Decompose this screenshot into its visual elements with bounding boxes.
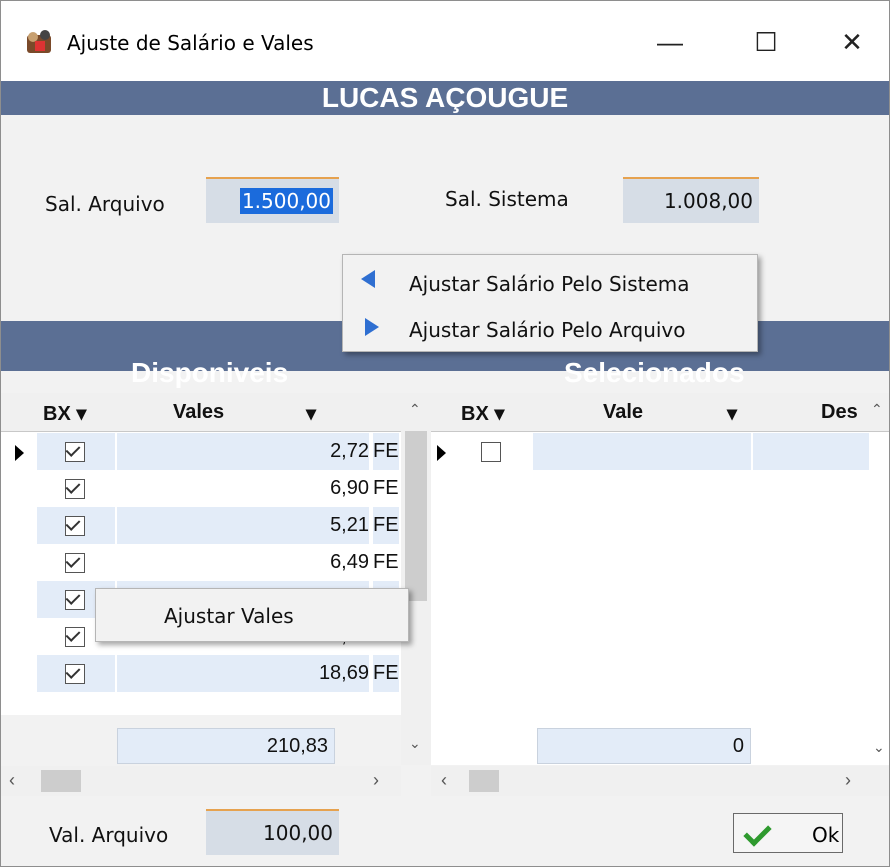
- sal-arquivo-input[interactable]: 1.500,00: [206, 177, 339, 223]
- col-sel-bx-header[interactable]: BX ▾: [461, 401, 504, 426]
- col-sel-vale-sort-icon[interactable]: ▾: [727, 401, 737, 426]
- row-checkbox[interactable]: [65, 442, 85, 462]
- sal-arquivo-label: Sal. Arquivo: [45, 192, 165, 216]
- sel-scroll-right-icon[interactable]: ›: [845, 770, 851, 791]
- scroll-up-icon[interactable]: ⌃: [409, 401, 421, 418]
- ok-label: Ok: [812, 823, 840, 847]
- arrow-right-icon: [365, 318, 379, 336]
- hscroll-thumb[interactable]: [41, 770, 81, 792]
- sal-arquivo-value: 1.500,00: [239, 188, 333, 214]
- sel-table-row[interactable]: [453, 433, 869, 470]
- vale-value: 6,49: [330, 551, 369, 573]
- title-bar: Ajuste de Salário e Vales — ☐ ✕: [1, 1, 889, 81]
- val-arquivo-input[interactable]: 100,00: [206, 809, 339, 855]
- maximize-button[interactable]: ☐: [741, 23, 791, 61]
- store-name-header: LUCAS AÇOUGUE: [1, 81, 889, 115]
- vale-value: 2,72: [117, 433, 369, 470]
- val-arquivo-label: Val. Arquivo: [49, 823, 169, 847]
- scroll-down-icon[interactable]: ⌄: [409, 735, 421, 752]
- col-sel-des-header[interactable]: Des: [821, 401, 858, 424]
- row-checkbox[interactable]: [65, 590, 85, 610]
- sel-scroll-up-icon[interactable]: ⌃: [871, 401, 883, 418]
- col-vales-sort-icon[interactable]: ▾: [306, 401, 316, 426]
- vales-context-menu: Ajustar Vales: [95, 588, 409, 642]
- dialog-window: Ajuste de Salário e Vales — ☐ ✕ LUCAS AÇ…: [0, 0, 890, 867]
- vale-desc: FECI: [373, 507, 399, 544]
- col-bx-header[interactable]: BX ▾: [43, 401, 86, 426]
- selecionados-title: Selecionados: [564, 357, 745, 388]
- row-checkbox[interactable]: [65, 479, 85, 499]
- sel-hscroll-thumb[interactable]: [469, 770, 499, 792]
- sel-row-checkbox[interactable]: [481, 442, 501, 462]
- row-checkbox[interactable]: [65, 553, 85, 573]
- sel-scroll-left-icon[interactable]: ‹: [441, 770, 447, 791]
- table-row[interactable]: 2,72FECI: [37, 433, 399, 470]
- vale-desc: FECI: [373, 551, 399, 573]
- minimize-button[interactable]: —: [645, 23, 695, 61]
- vale-value: 6,90: [330, 477, 369, 499]
- row-checkbox[interactable]: [65, 627, 85, 647]
- arrow-left-icon: [361, 270, 375, 288]
- menu-item-ajustar-sistema[interactable]: Ajustar Salário Pelo Sistema: [409, 272, 690, 296]
- vale-value: 18,69: [117, 655, 369, 692]
- disponiveis-total: 210,83: [117, 728, 335, 764]
- sel-vale-cell: [533, 433, 751, 470]
- sal-sistema-label: Sal. Sistema: [445, 187, 569, 211]
- close-button[interactable]: ✕: [827, 23, 877, 61]
- table-row[interactable]: 6,49FECI: [37, 544, 399, 581]
- sel-des-cell: [753, 433, 869, 470]
- vale-desc: FECI: [373, 655, 399, 692]
- scroll-right-icon[interactable]: ›: [373, 770, 379, 791]
- table-row[interactable]: 18,69FECI: [37, 655, 399, 692]
- sel-row-indicator-icon: [437, 445, 446, 461]
- disponiveis-title: Disponiveis: [131, 357, 289, 388]
- table-row[interactable]: 6,90FECI: [37, 470, 399, 507]
- row-checkbox[interactable]: [65, 516, 85, 536]
- sel-scroll-down-icon[interactable]: ⌄: [873, 739, 885, 756]
- vale-desc: FECI: [373, 477, 399, 499]
- vale-value: 5,21: [117, 507, 369, 544]
- table-row[interactable]: 5,21FECI: [37, 507, 399, 544]
- salary-context-menu: Ajustar Salário Pelo Sistema Ajustar Sal…: [342, 254, 758, 352]
- disponiveis-hscrollbar[interactable]: ‹ ›: [1, 766, 401, 796]
- vale-desc: FECI: [373, 433, 399, 470]
- col-sel-vale-header[interactable]: Vale: [603, 401, 643, 424]
- row-checkbox[interactable]: [65, 664, 85, 684]
- menu-item-ajustar-arquivo[interactable]: Ajustar Salário Pelo Arquivo: [409, 318, 686, 342]
- selecionados-total: 0: [537, 728, 751, 764]
- col-vales-header[interactable]: Vales: [173, 401, 224, 424]
- selecionados-hscrollbar[interactable]: ‹ ›: [431, 766, 889, 796]
- scroll-thumb[interactable]: [405, 431, 427, 601]
- menu-item-ajustar-vales[interactable]: Ajustar Vales: [164, 604, 294, 628]
- disponiveis-vscrollbar[interactable]: ⌃ ⌄: [401, 393, 431, 765]
- check-icon: [743, 818, 772, 847]
- sal-sistema-input[interactable]: 1.008,00: [623, 177, 759, 223]
- window-title: Ajuste de Salário e Vales: [67, 31, 314, 55]
- scroll-left-icon[interactable]: ‹: [9, 770, 15, 791]
- ok-button[interactable]: Ok: [733, 813, 843, 853]
- row-indicator-icon: [15, 445, 24, 461]
- app-icon: [23, 27, 59, 57]
